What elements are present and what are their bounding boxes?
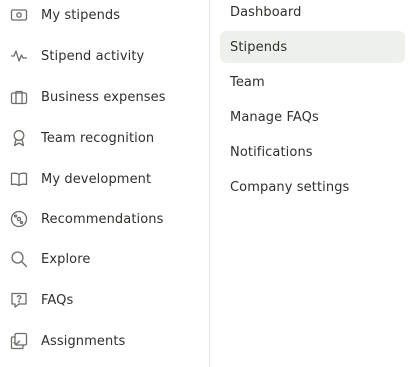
sidebar-item-label: Stipend activity [41, 48, 145, 64]
book-icon [9, 169, 29, 189]
admin-menu: Dashboard Stipends Team Manage FAQs Noti… [210, 0, 410, 367]
menu-item-company-settings[interactable]: Company settings [220, 171, 405, 203]
sidebar-item-faqs[interactable]: FAQs [0, 282, 209, 318]
sidebar-item-business-expenses[interactable]: Business expenses [0, 79, 209, 115]
sidebar-item-assignments[interactable]: Assignments [0, 323, 209, 359]
left-sidebar: My stipends Stipend activity Business ex… [0, 0, 209, 367]
briefcase-icon [9, 87, 29, 107]
sidebar-item-label: FAQs [41, 292, 74, 308]
sidebar-item-label: Business expenses [41, 89, 166, 105]
sidebar-item-label: My development [41, 171, 152, 187]
menu-item-label: Company settings [230, 179, 350, 195]
menu-item-stipends[interactable]: Stipends [220, 31, 405, 63]
help-icon [9, 290, 29, 310]
sidebar-item-label: Explore [41, 251, 91, 267]
sidebar-item-stipend-activity[interactable]: Stipend activity [0, 38, 209, 74]
menu-item-label: Notifications [230, 144, 313, 160]
assignments-icon [9, 331, 29, 351]
sidebar-item-my-stipends[interactable]: My stipends [0, 0, 209, 33]
sidebar-item-label: Team recognition [41, 130, 155, 146]
menu-item-label: Stipends [230, 39, 288, 55]
search-icon [9, 249, 29, 269]
sidebar-item-label: Recommendations [41, 211, 164, 227]
award-icon [9, 128, 29, 148]
menu-item-manage-faqs[interactable]: Manage FAQs [220, 101, 405, 133]
sidebar-item-recommendations[interactable]: Recommendations [0, 201, 209, 237]
menu-item-notifications[interactable]: Notifications [220, 136, 405, 168]
sidebar-item-my-development[interactable]: My development [0, 161, 209, 197]
menu-item-label: Dashboard [230, 4, 302, 20]
money-icon [9, 5, 29, 25]
activity-icon [9, 46, 29, 66]
menu-item-label: Manage FAQs [230, 109, 319, 125]
compass-icon [9, 209, 29, 229]
sidebar-item-explore[interactable]: Explore [0, 241, 209, 277]
sidebar-item-label: Assignments [41, 333, 126, 349]
menu-item-label: Team [230, 74, 265, 90]
sidebar-item-team-recognition[interactable]: Team recognition [0, 120, 209, 156]
sidebar-item-label: My stipends [41, 7, 121, 23]
menu-item-dashboard[interactable]: Dashboard [220, 0, 405, 28]
menu-item-team[interactable]: Team [220, 66, 405, 98]
